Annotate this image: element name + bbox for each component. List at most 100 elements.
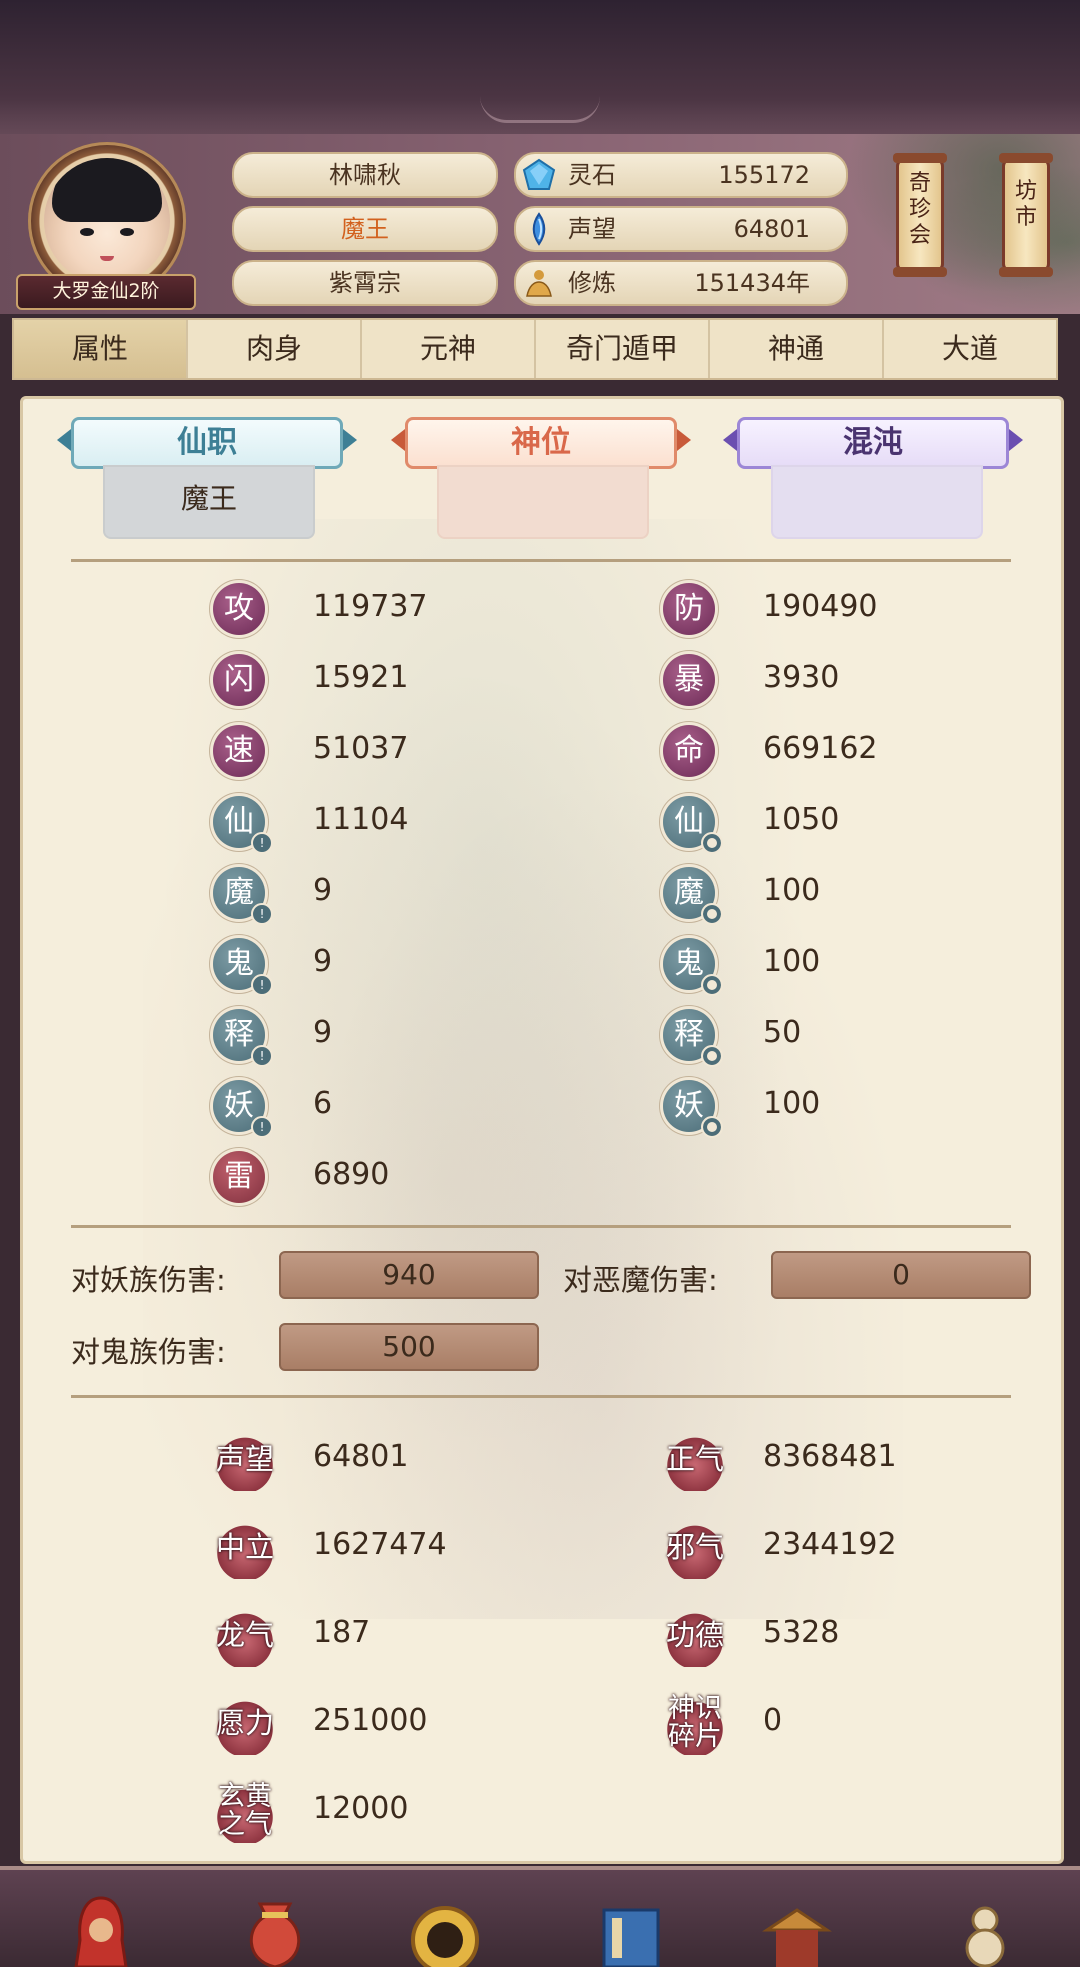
damage-label: 对恶魔伤害:: [563, 1263, 718, 1297]
reputation-value: 2344192: [763, 1527, 897, 1562]
player-sect: 紫霄宗: [232, 260, 498, 306]
stat-icon-buddha-defense[interactable]: 释: [663, 1009, 723, 1067]
reputation-label: 愿力: [213, 1691, 277, 1755]
stat-label: 妖: [224, 1088, 254, 1123]
stat-icon-health[interactable]: 命: [663, 725, 715, 777]
stat-icon-monster-attack[interactable]: 妖!: [213, 1080, 273, 1138]
tab-attributes[interactable]: 属性: [14, 320, 188, 378]
position-title: 神位: [405, 417, 677, 469]
stat-value: 3930: [763, 660, 840, 695]
scroll-cap: [999, 153, 1053, 163]
stat-label: 仙: [224, 804, 254, 839]
stat-icon-ghost-defense[interactable]: 鬼: [663, 938, 723, 996]
position-title: 仙职: [71, 417, 343, 469]
player-title: 魔王: [232, 206, 498, 252]
position-value: [437, 465, 649, 539]
tab-spirit[interactable]: 元神: [362, 320, 536, 378]
hooded-figure-icon[interactable]: [66, 1890, 136, 1967]
tab-body[interactable]: 肉身: [188, 320, 362, 378]
stat-icon-thunder[interactable]: 雷: [213, 1151, 265, 1203]
stat-icon-speed[interactable]: 速: [213, 725, 265, 777]
position-banner-god[interactable]: 神位: [391, 417, 691, 469]
prestige-crystal-icon: [532, 212, 546, 246]
stat-icon-defense[interactable]: 防: [663, 583, 715, 635]
stat-value: 51037: [313, 731, 409, 766]
stat-value: 9: [313, 1015, 333, 1050]
gold-coin-icon[interactable]: [410, 1890, 480, 1967]
stat-label: 魔: [224, 875, 254, 910]
stat-icon-buddha-attack[interactable]: 释!: [213, 1009, 273, 1067]
attack-badge-icon: !: [251, 903, 273, 925]
avatar-hair: [52, 158, 162, 222]
treasure-auction-button[interactable]: 奇珍会: [893, 153, 947, 277]
stat-icon-attack[interactable]: 攻: [213, 583, 265, 635]
position-value: 魔王: [103, 465, 315, 539]
resource-value: 151434年: [694, 269, 810, 297]
reputation-label: 正气: [663, 1427, 727, 1491]
reputation-value: 5328: [763, 1615, 840, 1650]
avatar[interactable]: [44, 158, 170, 284]
stat-label: 魔: [674, 875, 704, 910]
stat-icon-demon-attack[interactable]: 魔!: [213, 867, 273, 925]
pagoda-icon[interactable]: [762, 1890, 832, 1967]
banner-arrow-right: [343, 429, 357, 451]
reputation-label: 邪气: [663, 1515, 727, 1579]
defense-badge-icon: [701, 903, 723, 925]
stat-icon-immortal-defense[interactable]: 仙: [663, 796, 723, 854]
banner-arrow-left: [57, 429, 71, 451]
market-button[interactable]: 坊市: [999, 153, 1053, 277]
reputation-value: 8368481: [763, 1439, 897, 1474]
stat-icon-immortal-attack[interactable]: 仙!: [213, 796, 273, 854]
tab-dao[interactable]: 大道: [884, 320, 1056, 378]
treasure-auction-label: 奇珍会: [908, 171, 931, 248]
tab-abilities[interactable]: 神通: [710, 320, 884, 378]
position-banner-immortal[interactable]: 仙职: [57, 417, 357, 469]
treasure-bag-icon[interactable]: [240, 1890, 310, 1967]
stat-icon-demon-defense[interactable]: 魔: [663, 867, 723, 925]
attack-badge-icon: !: [251, 1116, 273, 1138]
reputation-value: 187: [313, 1615, 371, 1650]
resource-spirit-stone: 灵石 155172: [514, 152, 848, 198]
book-icon[interactable]: [596, 1890, 666, 1967]
scroll-cap: [999, 267, 1053, 277]
section-divider: [71, 1395, 1011, 1398]
position-banner-chaos[interactable]: 混沌: [723, 417, 1023, 469]
stat-label: 鬼: [224, 946, 254, 981]
stat-value: 50: [763, 1015, 802, 1050]
defense-badge-icon: [701, 974, 723, 996]
position-value: [771, 465, 983, 539]
stat-value: 9: [313, 944, 333, 979]
reputation-value: 0: [763, 1703, 783, 1738]
stat-value: 190490: [763, 589, 878, 624]
stat-label: 鬼: [674, 946, 704, 981]
stat-icon-critical[interactable]: 暴: [663, 654, 715, 706]
banner-arrow-left: [723, 429, 737, 451]
stat-value: 9: [313, 873, 333, 908]
tab-bar: 属性 肉身 元神 奇门遁甲 神通 大道: [12, 318, 1058, 380]
resource-label: 灵石: [568, 161, 616, 189]
rank-badge: 大罗金仙2阶: [16, 274, 196, 310]
defense-badge-icon: [701, 1045, 723, 1067]
attack-badge-icon: !: [251, 1045, 273, 1067]
damage-value: 500: [279, 1323, 539, 1371]
attributes-panel: 仙职 魔王 神位 混沌 攻 119737 闪 15921 速 51037 仙! …: [20, 396, 1064, 1864]
tab-formation[interactable]: 奇门遁甲: [536, 320, 710, 378]
section-divider: [71, 1225, 1011, 1228]
damage-label: 对鬼族伤害:: [71, 1335, 226, 1369]
attack-badge-icon: !: [251, 974, 273, 996]
stat-value: 100: [763, 1086, 821, 1121]
stat-icon-ghost-attack[interactable]: 鬼!: [213, 938, 273, 996]
reputation-value: 251000: [313, 1703, 428, 1738]
stat-icon-dodge[interactable]: 闪: [213, 654, 265, 706]
reputation-value: 1627474: [313, 1527, 447, 1562]
stat-icon-monster-defense[interactable]: 妖: [663, 1080, 723, 1138]
damage-value: 940: [279, 1251, 539, 1299]
stat-value: 6: [313, 1086, 333, 1121]
gourd-icon[interactable]: [950, 1890, 1020, 1967]
stat-value: 100: [763, 944, 821, 979]
avatar-eye: [80, 228, 94, 236]
scroll-cap: [893, 153, 947, 163]
reputation-label: 神识碎片: [663, 1691, 727, 1755]
stat-label: 妖: [674, 1088, 704, 1123]
resource-cultivation: 修炼 151434年: [514, 260, 848, 306]
